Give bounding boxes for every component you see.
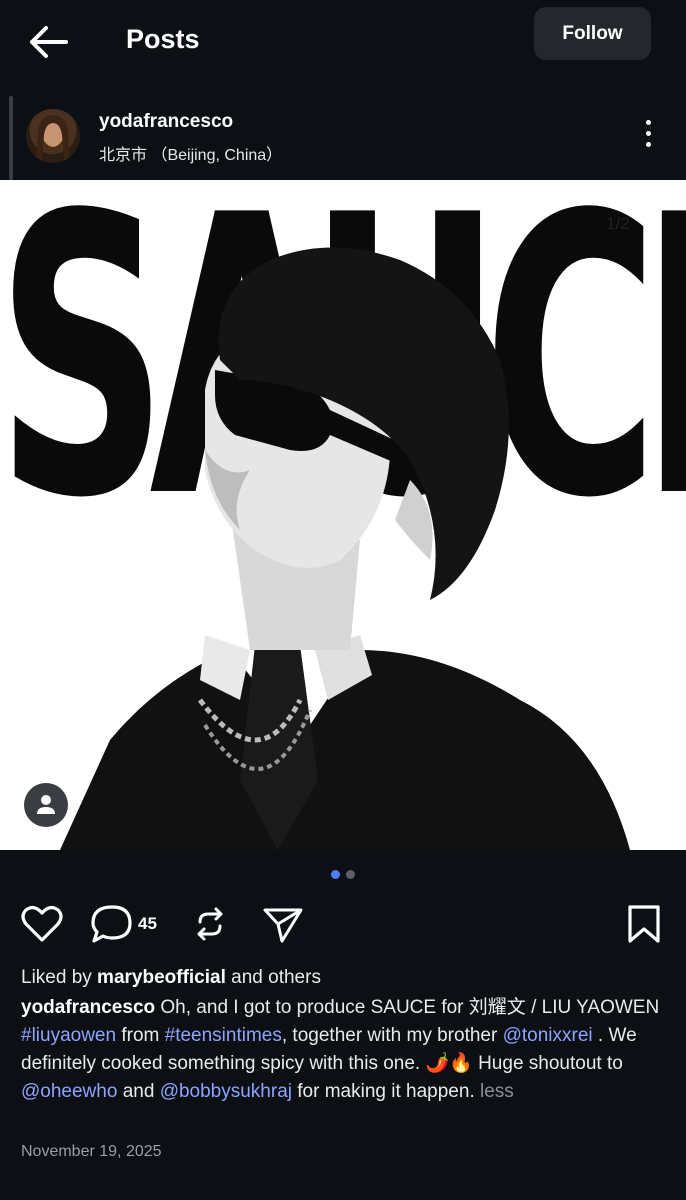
follow-button[interactable]: Follow xyxy=(534,7,651,60)
comments-count: 45 xyxy=(138,914,157,933)
mention-link[interactable]: @tonixxrei xyxy=(503,1025,593,1046)
like-heart-icon[interactable] xyxy=(20,904,64,944)
post-location[interactable]: 北京市 （Beijing, China） xyxy=(99,141,282,165)
mention-link[interactable]: @oheewho xyxy=(21,1081,117,1102)
top-bar: Posts Follow xyxy=(0,0,686,86)
person-icon xyxy=(37,795,55,814)
liked-by: Liked by marybeofficial and others xyxy=(21,964,661,992)
hashtag-link[interactable]: #teensintimes xyxy=(165,1025,282,1046)
image-counter: 1/2 xyxy=(606,214,630,233)
caption-author[interactable]: yodafrancesco xyxy=(21,997,155,1018)
caption-text: for making it happen. xyxy=(292,1081,480,1102)
action-bar: 45 xyxy=(0,898,686,952)
mention-link[interactable]: @bobbysukhraj xyxy=(160,1081,292,1102)
carousel-dot-2 xyxy=(346,870,355,879)
caption-text: Oh, and I got to produce SAUCE for 刘耀文 /… xyxy=(155,997,660,1018)
liked-by-user[interactable]: marybeofficial xyxy=(97,967,226,988)
liked-by-suffix[interactable]: and others xyxy=(226,967,321,988)
caption-text: from xyxy=(116,1025,165,1046)
post-image[interactable]: SAUCE 1/2 xyxy=(0,180,686,850)
share-send-icon[interactable] xyxy=(262,904,304,944)
liked-by-prefix: Liked by xyxy=(21,967,98,988)
comment-bubble-icon[interactable] xyxy=(90,904,134,944)
caption-text: , together with my brother xyxy=(281,1025,503,1046)
page-title: Posts xyxy=(126,24,200,54)
post-caption: yodafrancesco Oh, and I got to produce S… xyxy=(21,994,661,1106)
post-date: November 19, 2025 xyxy=(21,1143,162,1160)
hashtag-link[interactable]: #liuyaowen xyxy=(21,1025,116,1046)
bookmark-icon[interactable] xyxy=(626,904,662,944)
carousel-dot-1 xyxy=(331,870,340,879)
less-toggle[interactable]: less xyxy=(480,1081,514,1102)
post-header: yodafrancesco 北京市 （Beijing, China） xyxy=(0,96,686,180)
repost-icon[interactable] xyxy=(190,904,230,944)
carousel-indicator xyxy=(0,870,686,882)
post-username[interactable]: yodafrancesco xyxy=(99,111,233,133)
back-arrow-icon[interactable] xyxy=(24,22,72,62)
tagged-people-button[interactable] xyxy=(24,783,68,827)
caption-text: and xyxy=(117,1081,160,1102)
avatar[interactable] xyxy=(26,109,80,163)
more-options-icon[interactable] xyxy=(634,120,662,154)
portrait-figure xyxy=(60,247,630,850)
